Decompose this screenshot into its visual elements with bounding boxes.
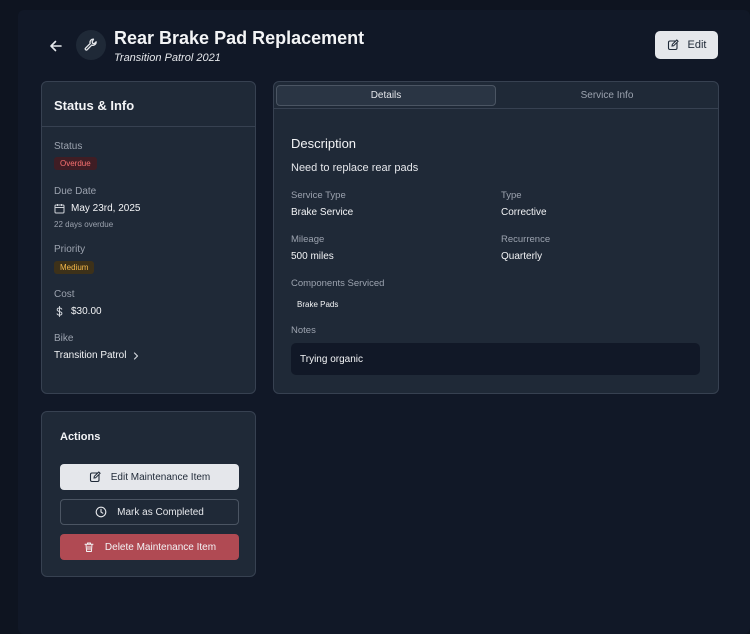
due-date-value: May 23rd, 2025 xyxy=(54,203,141,214)
status-badge: Overdue xyxy=(54,157,97,170)
tab-details[interactable]: Details xyxy=(276,85,496,106)
bike-name: Transition Patrol xyxy=(54,350,127,361)
page: Rear Brake Pad Replacement Transition Pa… xyxy=(18,10,750,634)
service-type-value: Brake Service xyxy=(291,207,354,218)
chevron-right-icon xyxy=(132,351,140,360)
priority-label: Priority xyxy=(54,244,86,255)
actions-card: Actions Edit Maintenance Item Mark as Co… xyxy=(41,411,256,577)
due-date-text: May 23rd, 2025 xyxy=(71,203,141,214)
tab-bar: Details Service Info xyxy=(274,82,718,109)
cost-text: $30.00 xyxy=(71,306,102,317)
notes-text: Trying organic xyxy=(300,353,363,365)
bike-link[interactable]: Transition Patrol xyxy=(54,350,140,361)
edit-button-label: Edit xyxy=(687,39,707,51)
due-date-label: Due Date xyxy=(54,186,97,197)
recurrence-label: Recurrence xyxy=(501,234,551,245)
notes-box: Trying organic xyxy=(291,343,700,375)
description-text: Need to replace rear pads xyxy=(291,162,419,174)
dollar-icon xyxy=(54,306,65,317)
bike-label: Bike xyxy=(54,333,74,344)
cost-label: Cost xyxy=(54,289,75,300)
calendar-icon xyxy=(54,203,65,214)
page-title: Rear Brake Pad Replacement xyxy=(114,28,365,48)
type-value: Corrective xyxy=(501,207,547,218)
mileage-label: Mileage xyxy=(291,234,325,245)
edit-icon xyxy=(89,471,101,483)
edit-button[interactable]: Edit xyxy=(655,31,718,59)
wrench-icon xyxy=(76,30,106,60)
cost-value: $30.00 xyxy=(54,306,102,317)
status-info-card: Status & Info Status Overdue Due Date Ma… xyxy=(41,81,256,394)
mileage-value: 500 miles xyxy=(291,251,334,262)
priority-badge: Medium xyxy=(54,261,95,274)
clock-icon xyxy=(95,506,107,518)
description-heading: Description xyxy=(291,136,357,151)
actions-title: Actions xyxy=(60,431,101,443)
status-label: Status xyxy=(54,141,83,152)
edit-maintenance-button[interactable]: Edit Maintenance Item xyxy=(60,464,239,490)
status-card-title: Status & Info xyxy=(54,98,135,113)
delete-maintenance-label: Delete Maintenance Item xyxy=(104,541,217,553)
mark-completed-button[interactable]: Mark as Completed xyxy=(60,499,239,525)
tab-service-info[interactable]: Service Info xyxy=(498,85,716,106)
edit-icon xyxy=(667,39,679,51)
service-type-label: Service Type xyxy=(291,190,346,201)
delete-maintenance-button[interactable]: Delete Maintenance Item xyxy=(60,534,239,560)
type-label: Type xyxy=(501,190,522,201)
edit-maintenance-label: Edit Maintenance Item xyxy=(110,471,211,483)
notes-label: Notes xyxy=(291,325,316,336)
mark-completed-label: Mark as Completed xyxy=(117,506,204,518)
trash-icon xyxy=(83,541,95,553)
page-subtitle: Transition Patrol 2021 xyxy=(114,52,221,64)
overdue-note: 22 days overdue xyxy=(54,220,114,229)
recurrence-value: Quarterly xyxy=(501,251,543,262)
component-chip: Brake Pads xyxy=(297,300,339,309)
components-label: Components Serviced xyxy=(291,278,385,289)
arrow-left-icon[interactable] xyxy=(46,36,66,56)
details-card: Details Service Info Description Need to… xyxy=(273,81,719,394)
divider xyxy=(42,126,255,127)
